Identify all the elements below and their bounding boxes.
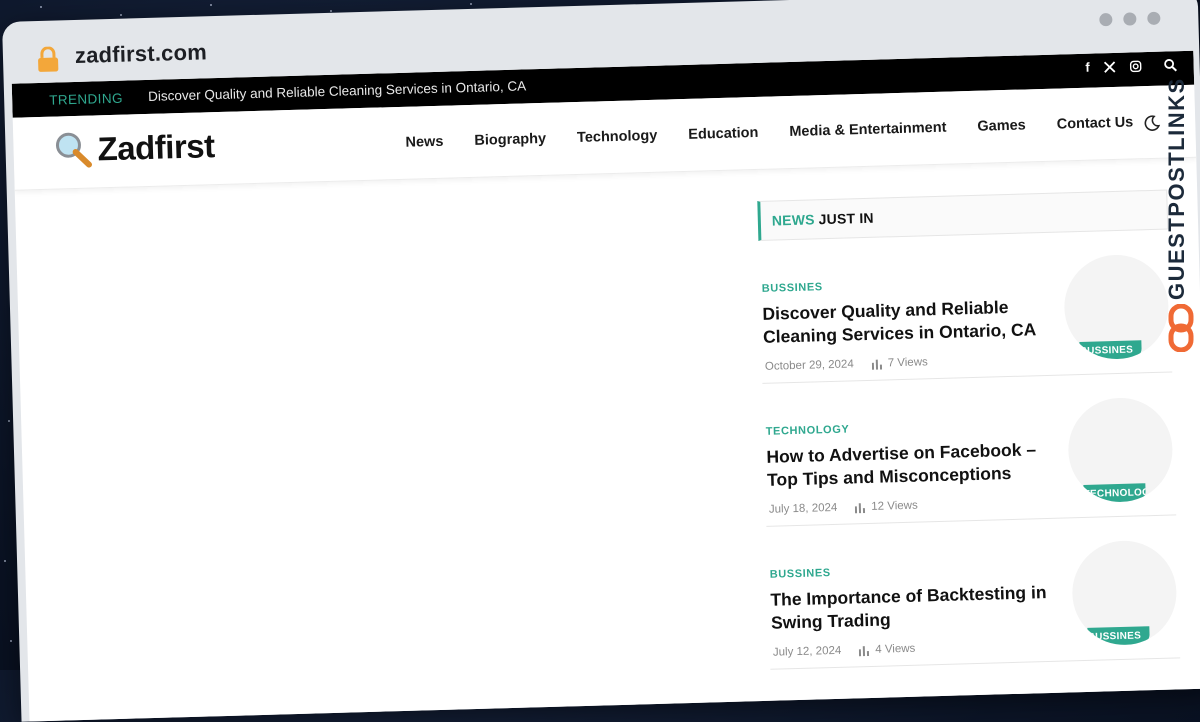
page-viewport: TRENDING Discover Quality and Reliable C… [11, 50, 1200, 722]
nav-item-biography[interactable]: Biography [474, 131, 546, 149]
post-title[interactable]: The Importance of Backtesting in Swing T… [770, 581, 1049, 635]
instagram-icon[interactable] [1129, 60, 1142, 72]
nav-item-media-entertainment[interactable]: Media & Entertainment [789, 120, 946, 140]
lock-icon [38, 46, 59, 72]
window-dot[interactable] [1147, 11, 1161, 26]
facebook-icon[interactable]: f [1085, 60, 1090, 75]
list-item: TECHNOLOGY How to Advertise on Facebook … [762, 390, 1177, 527]
nav-item-technology[interactable]: Technology [577, 128, 658, 146]
post-meta: July 12, 2024 4 Views [773, 643, 916, 659]
bar-chart-icon [859, 645, 870, 656]
list-item: BUSSINES Discover Quality and Reliable C… [758, 247, 1173, 384]
widget-heading: NEWS JUST IN [757, 189, 1169, 241]
post-category[interactable]: BUSSINES [770, 567, 831, 581]
bar-chart-icon [855, 502, 866, 513]
post-thumbnail[interactable]: BUSSINES [1070, 539, 1178, 647]
url-text[interactable]: zadfirst.com [75, 39, 208, 69]
post-date: July 18, 2024 [768, 501, 838, 516]
chain-link-icon [1168, 304, 1194, 352]
window-dot[interactable] [1123, 12, 1137, 26]
list-item: BUSSINES The Importance of Backtesting i… [766, 533, 1181, 670]
post-meta: October 29, 2024 7 Views [765, 356, 928, 373]
trending-headline-link[interactable]: Discover Quality and Reliable Cleaning S… [148, 78, 526, 104]
trending-label: TRENDING [48, 90, 124, 108]
post-views: 4 Views [859, 642, 916, 657]
nav-item-games[interactable]: Games [977, 117, 1026, 134]
news-just-in-widget: NEWS JUST IN BUSSINES Discover Quality a… [757, 189, 1181, 670]
post-category[interactable]: BUSSINES [762, 281, 823, 295]
views-count: 7 Views [887, 356, 928, 370]
post-date: July 12, 2024 [772, 644, 842, 659]
browser-window: zadfirst.com TRENDING Discover Quality a… [2, 0, 1200, 722]
main-nav: News Biography Technology Education Medi… [405, 114, 1164, 151]
post-thumbnail[interactable]: TECHNOLOGY [1066, 396, 1174, 504]
post-title[interactable]: How to Advertise on Facebook – Top Tips … [766, 438, 1045, 492]
post-views: 12 Views [855, 500, 918, 514]
thumbnail-category-badge[interactable]: BUSSINES [1087, 626, 1150, 646]
window-controls [1099, 11, 1161, 27]
post-category[interactable]: TECHNOLOGY [766, 424, 850, 438]
bar-chart-icon [871, 359, 882, 370]
nav-item-education[interactable]: Education [688, 125, 759, 143]
window-dot[interactable] [1099, 12, 1113, 27]
post-date: October 29, 2024 [764, 358, 854, 373]
thumbnail-category-badge[interactable]: BUSSINES [1079, 340, 1142, 361]
watermark-text: GUESTPOSTLINKS [1164, 77, 1189, 300]
logo-text: Zadfirst [97, 127, 216, 168]
guestpostlinks-watermark: GUESTPOSTLINKS [1160, 54, 1198, 354]
thumbnail-category-badge[interactable]: TECHNOLOGY [1083, 483, 1146, 503]
post-views: 7 Views [871, 356, 928, 370]
moon-icon[interactable] [1143, 115, 1161, 132]
heading-rest: JUST IN [818, 209, 874, 228]
x-icon[interactable] [1103, 60, 1116, 73]
post-thumbnail[interactable]: BUSSINES [1062, 253, 1170, 361]
heading-accent: NEWS [771, 211, 815, 229]
magnifier-icon [55, 132, 93, 168]
nav-item-news[interactable]: News [405, 134, 443, 151]
post-meta: July 18, 2024 12 Views [769, 500, 918, 516]
site-logo[interactable]: Zadfirst [53, 126, 215, 170]
nav-item-contact-us[interactable]: Contact Us [1057, 114, 1134, 132]
post-title[interactable]: Discover Quality and Reliable Cleaning S… [762, 295, 1041, 349]
views-count: 12 Views [871, 499, 918, 513]
views-count: 4 Views [875, 642, 916, 656]
